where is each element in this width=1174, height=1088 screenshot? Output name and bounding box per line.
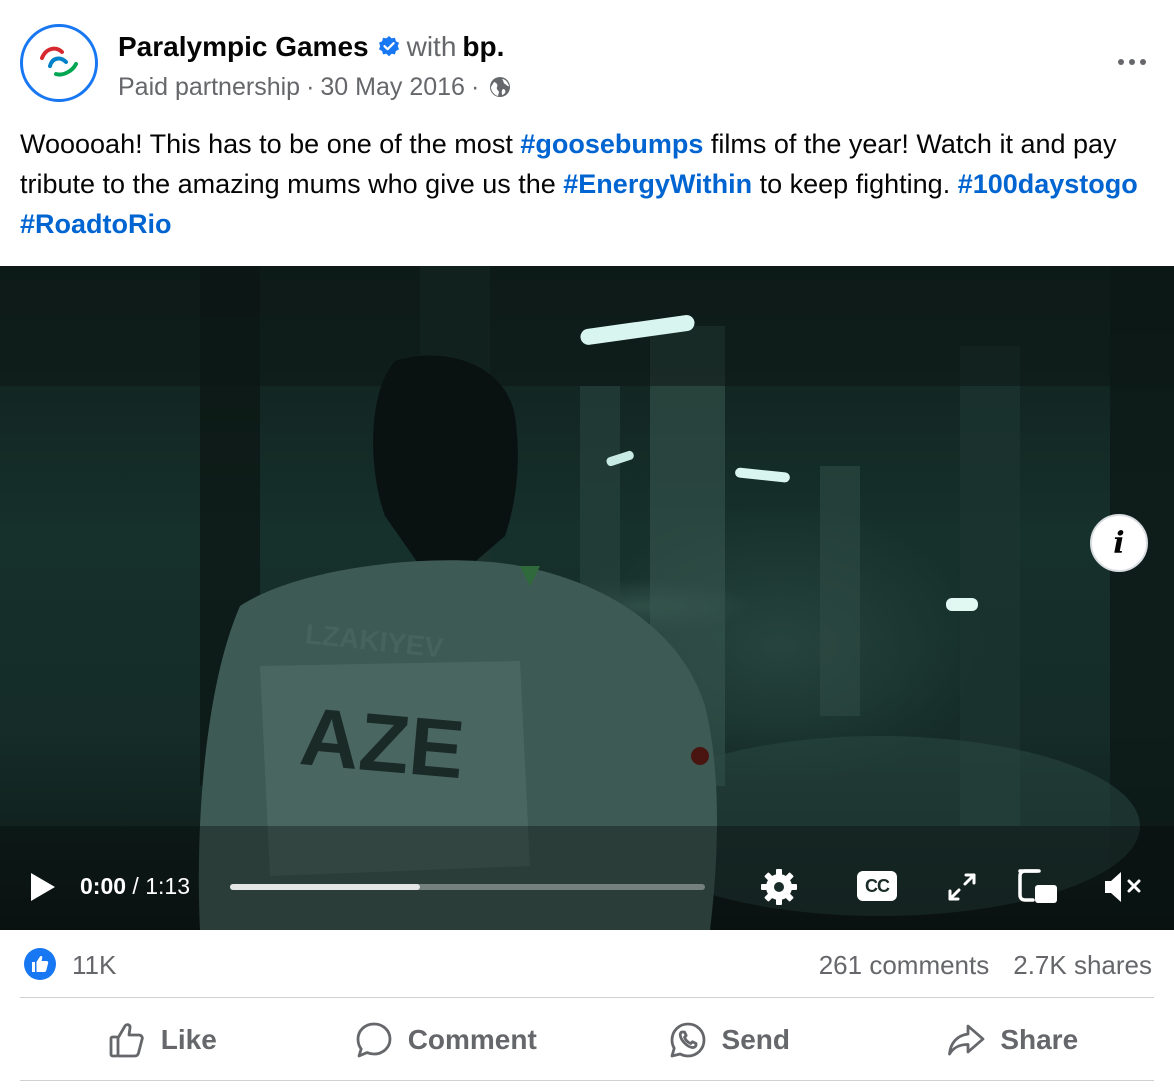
- like-button[interactable]: Like: [20, 1000, 304, 1080]
- post-date[interactable]: 30 May 2016: [320, 73, 465, 101]
- post-header: Paralympic Games with bp. Paid partnershi…: [20, 24, 1154, 110]
- divider: [20, 1080, 1154, 1081]
- reaction-stats: 11K 261 comments 2.7K shares: [20, 944, 1154, 988]
- comment-share-stats: 261 comments 2.7K shares: [819, 948, 1152, 982]
- video-frame: AZE LZAKIYEV: [0, 266, 1174, 930]
- meta-separator: ·: [306, 73, 315, 101]
- globe-icon: [490, 77, 511, 97]
- paid-partnership-label[interactable]: Paid partnership: [118, 73, 300, 101]
- fullscreen-button[interactable]: [944, 869, 980, 905]
- play-button[interactable]: [24, 869, 60, 905]
- more-icon: [1129, 59, 1135, 65]
- more-options-button[interactable]: [1110, 44, 1154, 80]
- picture-in-picture-button[interactable]: [1016, 867, 1060, 907]
- comment-icon: [356, 1022, 392, 1058]
- volume-button[interactable]: [1100, 867, 1146, 907]
- video-player[interactable]: AZE LZAKIYEV i: [0, 266, 1174, 930]
- captions-button[interactable]: CC: [856, 870, 898, 902]
- play-icon: [31, 873, 55, 901]
- hashtag-link[interactable]: #RoadtoRio: [20, 209, 172, 239]
- settings-gear-icon: [761, 869, 797, 905]
- hashtag-link[interactable]: #EnergyWithin: [563, 169, 752, 199]
- more-icon: [1140, 59, 1146, 65]
- whatsapp-send-icon: [670, 1022, 705, 1058]
- post-meta: Paid partnership · 30 May 2016 ·: [118, 70, 511, 104]
- share-label: Share: [1000, 1024, 1079, 1055]
- verified-badge-icon: [378, 36, 399, 57]
- svg-text:AZE: AZE: [297, 691, 468, 796]
- like-count[interactable]: 11K: [72, 948, 116, 982]
- video-time: 0:00 / 1:13: [80, 871, 190, 901]
- time-separator: /: [126, 873, 146, 899]
- send-button[interactable]: Send: [587, 1000, 871, 1080]
- video-controls: 0:00 / 1:13 CC: [0, 855, 1174, 919]
- comment-label: Comment: [407, 1024, 537, 1055]
- post-text-segment: Wooooah! This has to be one of the most: [20, 129, 521, 159]
- partner-name[interactable]: bp.: [462, 31, 504, 62]
- name-row: Paralympic Games with bp.: [118, 30, 504, 64]
- like-reaction-badge[interactable]: [24, 948, 56, 980]
- page-name[interactable]: Paralympic Games: [118, 31, 369, 62]
- like-label: Like: [160, 1024, 217, 1055]
- picture-in-picture-icon: [1018, 869, 1057, 903]
- video-progress-fill: [230, 884, 420, 890]
- share-icon: [948, 1024, 985, 1056]
- closed-captions-icon: CC: [857, 871, 897, 901]
- hashtag-link[interactable]: #100daystogo: [958, 169, 1138, 199]
- fullscreen-icon: [948, 873, 976, 901]
- video-progress-bar[interactable]: [230, 884, 705, 890]
- page-avatar[interactable]: [20, 24, 98, 102]
- facebook-post: Paralympic Games with bp. Paid partnershi…: [0, 0, 1174, 1088]
- hashtag-link[interactable]: #goosebumps: [520, 129, 703, 159]
- video-duration: 1:13: [145, 873, 190, 899]
- paralympic-logo-icon: [40, 46, 78, 77]
- settings-button[interactable]: [758, 866, 800, 908]
- post-text-segment: to keep fighting.: [752, 169, 958, 199]
- current-time: 0:00: [80, 873, 127, 899]
- post-text: Wooooah! This has to be one of the most …: [20, 124, 1160, 244]
- action-bar: Like Comment Send Share: [20, 1000, 1154, 1080]
- more-icon: [1118, 59, 1124, 65]
- volume-muted-icon: [1105, 872, 1141, 902]
- comment-button[interactable]: Comment: [304, 1000, 588, 1080]
- with-label: with: [406, 31, 457, 62]
- partner-suffix: .: [496, 31, 505, 62]
- cc-label: CC: [865, 875, 890, 896]
- share-button[interactable]: Share: [871, 1000, 1155, 1080]
- like-icon: [109, 1023, 144, 1058]
- thumbs-up-icon: [32, 956, 49, 972]
- shares-count[interactable]: 2.7K shares: [1013, 950, 1152, 980]
- divider: [20, 997, 1154, 998]
- send-label: Send: [721, 1024, 790, 1055]
- info-icon: i: [1113, 525, 1125, 561]
- comments-count[interactable]: 261 comments: [819, 950, 990, 980]
- video-info-button[interactable]: i: [1090, 514, 1148, 572]
- meta-separator: ·: [470, 73, 480, 101]
- partner-name-text: bp: [462, 31, 497, 62]
